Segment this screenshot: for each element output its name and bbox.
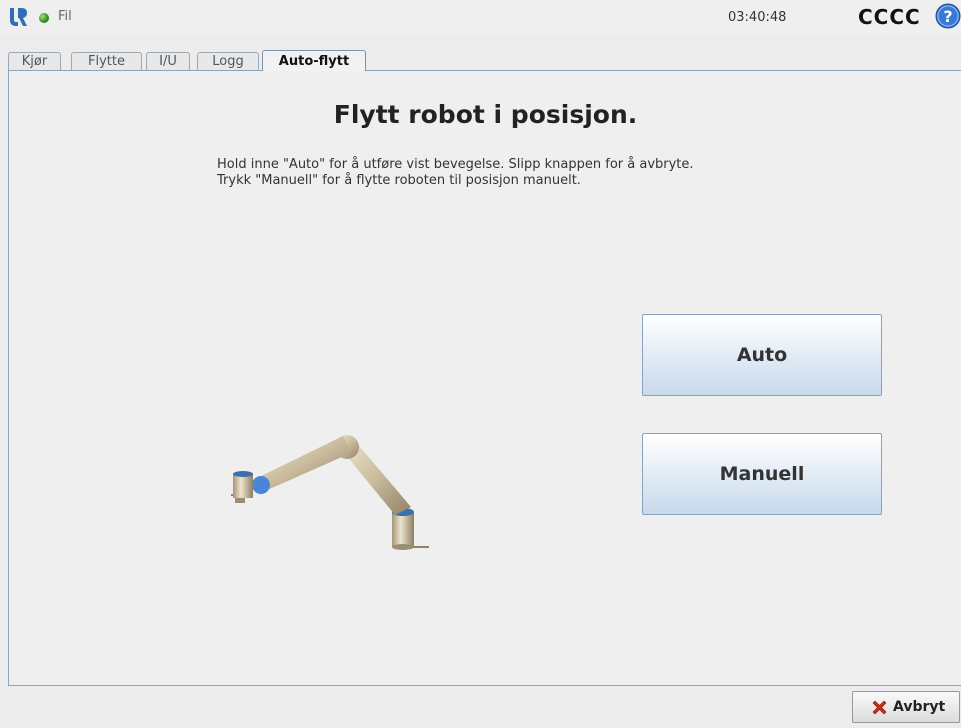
page-title: Flytt robot i posisjon. <box>333 100 638 129</box>
auto-button[interactable]: Auto <box>642 314 882 396</box>
red-x-icon <box>872 700 887 715</box>
tab-io[interactable]: I/U <box>146 52 190 70</box>
tab-run[interactable]: Kjør <box>8 52 61 70</box>
robot-name: CCCC <box>858 5 921 29</box>
tab-auto-move[interactable]: Auto-flytt <box>262 50 366 71</box>
tab-move[interactable]: Flytte <box>71 52 142 70</box>
instruction-line-2: Trykk "Manuell" for å flytte roboten til… <box>217 173 581 188</box>
clock: 03:40:48 <box>728 10 787 25</box>
top-bar: Fil 03:40:48 CCCC ? <box>0 0 961 34</box>
cancel-label: Avbryt <box>893 699 946 715</box>
cancel-button[interactable]: Avbryt <box>852 691 960 723</box>
file-menu[interactable]: Fil <box>58 9 72 24</box>
instruction-line-1: Hold inne "Auto" for å utføre vist beveg… <box>217 157 694 172</box>
auto-move-panel: Flytt robot i posisjon. Hold inne "Auto"… <box>8 70 961 686</box>
robot-arm-image <box>231 435 429 550</box>
status-led-icon <box>39 13 49 23</box>
tab-log[interactable]: Logg <box>197 52 259 70</box>
tab-bar: Kjør Flytte I/U Logg Auto-flytt <box>8 50 961 71</box>
ur-logo-icon <box>8 6 28 28</box>
help-icon[interactable]: ? <box>935 3 961 29</box>
manual-button[interactable]: Manuell <box>642 433 882 515</box>
instructions: Hold inne "Auto" for å utføre vist beveg… <box>217 157 694 189</box>
svg-text:?: ? <box>943 7 952 26</box>
